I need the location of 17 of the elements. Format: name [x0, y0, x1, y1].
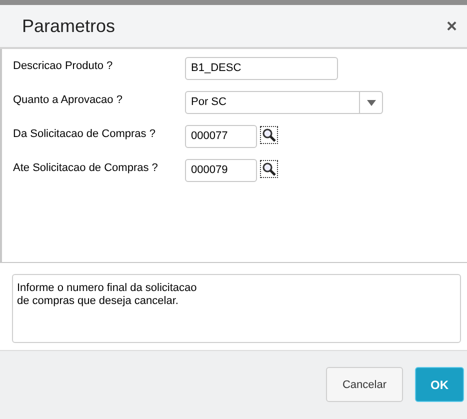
search-button[interactable] [260, 126, 278, 144]
dropdown[interactable]: Por SC [185, 91, 383, 114]
search-icon [262, 162, 276, 176]
input-field[interactable]: 000077 [185, 125, 257, 148]
window-title: Parametros [22, 16, 116, 36]
field-label: Quanto a Aprovacao ? [13, 93, 124, 108]
cancel-button[interactable]: Cancelar [326, 367, 403, 402]
field-label: Da Solicitacao de Compras ? [13, 127, 156, 142]
field-label: Descricao Produto ? [13, 59, 114, 74]
help-text: Informe o numero final da solicitacao de compras que deseja cancelar. [12, 274, 461, 343]
search-button[interactable] [260, 160, 278, 178]
search-icon [262, 128, 276, 142]
close-button[interactable]: × [442, 16, 461, 36]
caret-icon [366, 100, 376, 106]
field-label: Ate Solicitacao de Compras ? [13, 161, 159, 176]
input-field[interactable]: 000079 [185, 159, 257, 182]
input-field[interactable]: B1_DESC [185, 57, 338, 80]
